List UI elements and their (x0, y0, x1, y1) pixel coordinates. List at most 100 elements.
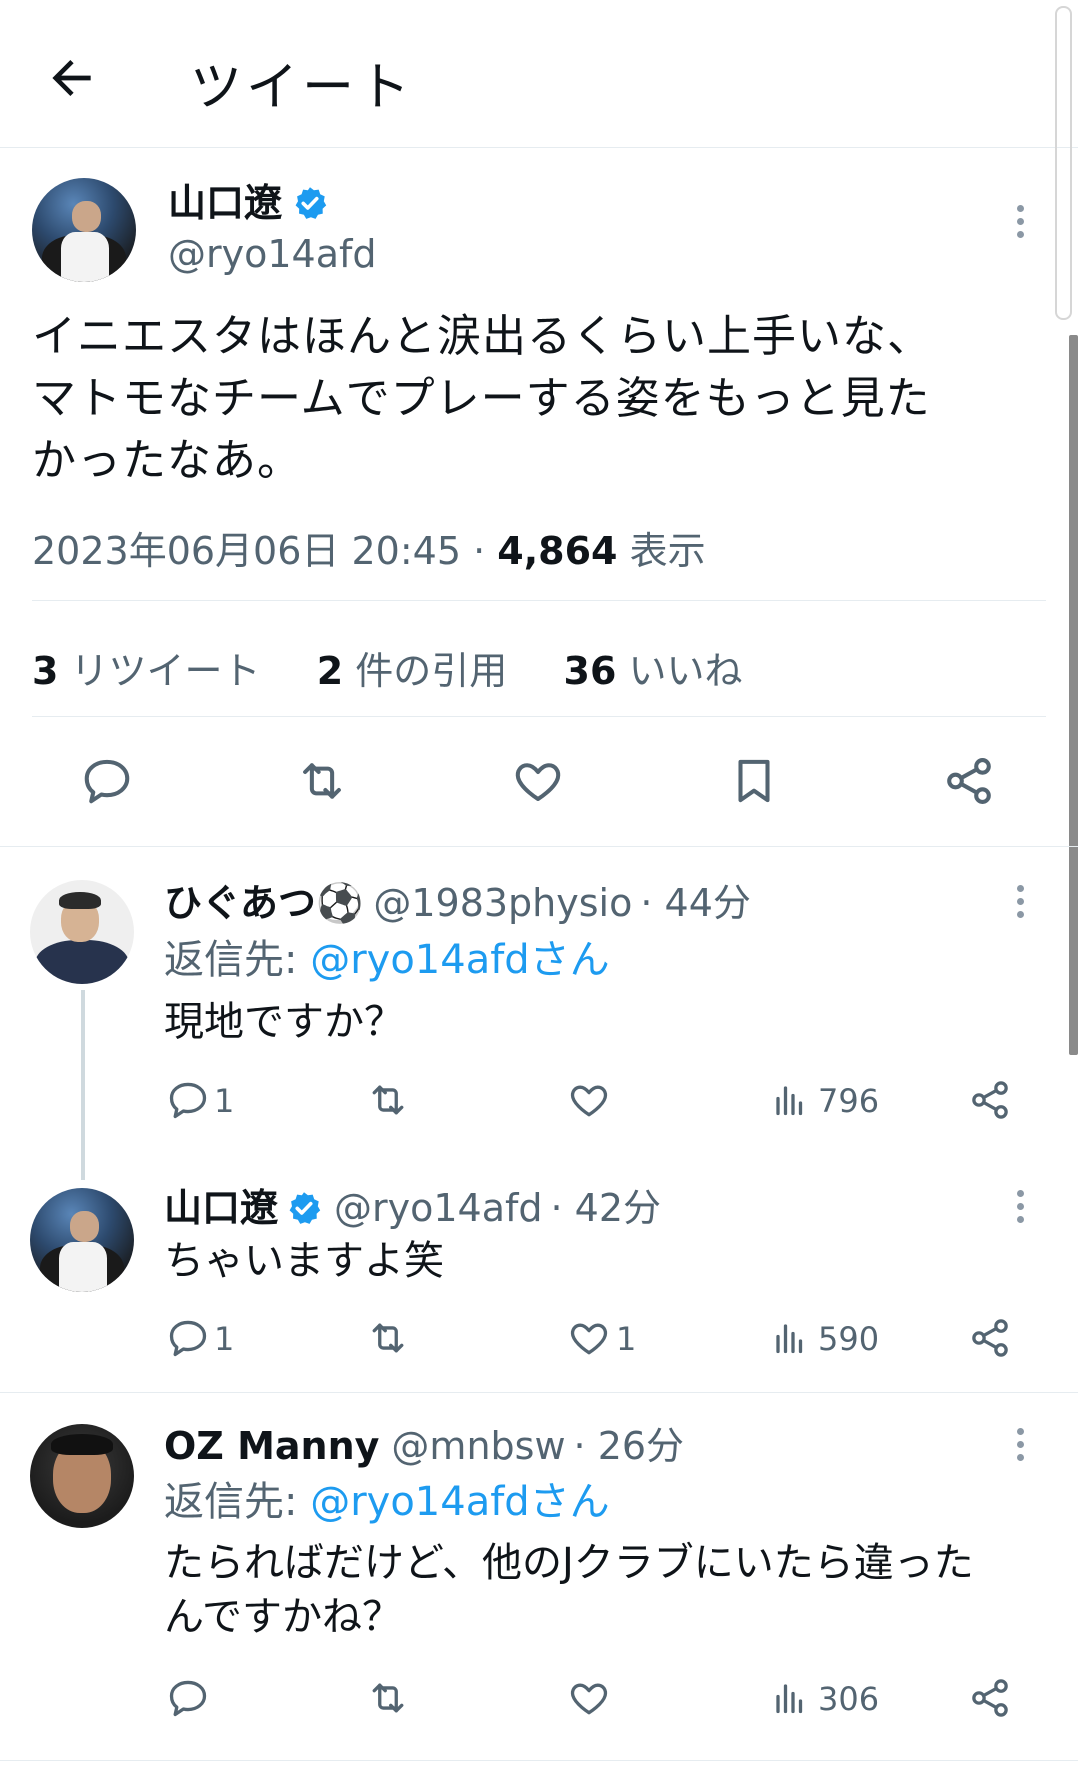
like-icon (570, 1683, 608, 1715)
divider (32, 600, 1046, 601)
views-icon (776, 1684, 803, 1714)
reply-author-name[interactable]: ひぐあつ (164, 880, 316, 926)
share-button[interactable] (968, 1316, 1012, 1360)
views-button[interactable] (772, 1080, 808, 1120)
reply-to: 返信先: @ryo14afdさん (164, 935, 610, 985)
back-button[interactable] (44, 50, 100, 106)
divider (32, 716, 1046, 717)
share-button[interactable] (942, 754, 996, 808)
share-button[interactable] (968, 1676, 1012, 1720)
reply-to-prefix: 返信先: (164, 1479, 298, 1525)
reply-button[interactable] (166, 1316, 210, 1360)
thread-line (81, 990, 85, 1180)
like-button[interactable] (566, 1078, 612, 1122)
reply-text: 現地ですか？ (164, 999, 404, 1045)
top-bar: ツイート (0, 0, 1078, 148)
quote-count: 2 (316, 649, 344, 693)
retweet-button[interactable] (364, 1078, 412, 1122)
divider (0, 846, 1078, 847)
retweet-button[interactable] (364, 1316, 412, 1360)
reply-button[interactable] (166, 1078, 210, 1122)
verified-badge-icon (289, 1192, 321, 1224)
like-button[interactable] (566, 1676, 612, 1720)
retweet-stat[interactable]: 3 リツイート (32, 649, 261, 693)
share-icon (972, 1679, 1008, 1717)
author-name[interactable]: 山口遼 (168, 180, 328, 226)
view-count: 590 (818, 1320, 880, 1358)
author-handle[interactable]: @ryo14afd (168, 232, 377, 276)
reply-author-name[interactable]: OZ Manny (164, 1423, 379, 1469)
page-title: ツイート (190, 58, 415, 118)
reply-time[interactable]: · 42分 (551, 1185, 662, 1231)
share-button[interactable] (968, 1078, 1012, 1122)
retweet-icon (372, 1683, 404, 1713)
reply-to-prefix: 返信先: (164, 937, 298, 983)
tweet-date[interactable]: 2023年06月06日 20:45 (32, 529, 461, 573)
like-icon (570, 1323, 608, 1355)
view-count: 306 (818, 1680, 880, 1718)
views-button[interactable] (772, 1678, 808, 1718)
views-button[interactable] (772, 1318, 808, 1358)
tweet-text-line: マトモなチームでプレーする姿をもっと見た (32, 373, 931, 424)
view-label: 表示 (629, 529, 706, 573)
reply-text-line: んですかね？ (164, 1594, 402, 1640)
reply-author-name[interactable]: 山口遼 (164, 1185, 278, 1231)
reply-icon (169, 1320, 207, 1357)
reply-button[interactable] (80, 754, 134, 808)
verified-badge-icon (295, 187, 327, 219)
more-icon[interactable] (1016, 205, 1026, 244)
reply-to: 返信先: @ryo14afdさん (164, 1477, 610, 1527)
meta-separator: · (473, 529, 486, 573)
tweet-text-line: イニエスタはほんと涙出るくらい上手いな、 (32, 311, 932, 362)
divider (0, 1760, 1078, 1761)
like-count: 1 (616, 1320, 637, 1358)
reply-to-link[interactable]: @ryo14afdさん (310, 937, 609, 983)
tweet-meta: 2023年06月06日 20:45 · 4,864 表示 (32, 520, 706, 575)
divider (0, 1392, 1078, 1393)
like-icon (515, 763, 561, 802)
reply-icon (169, 1680, 207, 1717)
retweet-count: 3 (32, 649, 59, 693)
tweet-text: イニエスタはほんと涙出るくらい上手いな、 マトモなチームでプレーする姿をもっと見… (32, 306, 1042, 492)
more-icon[interactable] (1016, 1190, 1026, 1229)
share-icon (972, 1081, 1008, 1119)
reply-author-handle[interactable]: @ryo14afd (334, 1185, 543, 1231)
like-stat[interactable]: 36 いいね (564, 649, 743, 693)
retweet-label: リツイート (70, 649, 261, 693)
reply-icon (169, 1082, 207, 1119)
reply-header: 山口遼 @ryo14afd · 42分 (164, 1185, 661, 1231)
reply-text: たらればだけど、他のJクラブにいたら違った んですかね？ (164, 1538, 974, 1642)
retweet-button[interactable] (293, 754, 351, 808)
scrollbar-thumb[interactable] (1069, 335, 1078, 1055)
scrollbar-track[interactable] (1055, 6, 1072, 320)
like-button[interactable] (566, 1316, 612, 1360)
retweet-icon (372, 1085, 404, 1115)
quote-stat[interactable]: 2 件の引用 (317, 649, 508, 693)
avatar[interactable] (32, 178, 136, 282)
tweet-text-line: かったなあ。 (32, 435, 302, 486)
like-count: 36 (563, 649, 617, 693)
more-icon[interactable] (1016, 885, 1026, 924)
avatar[interactable] (30, 1188, 134, 1292)
retweet-button[interactable] (364, 1676, 412, 1720)
reply-count: 1 (214, 1320, 235, 1358)
bookmark-button[interactable] (727, 754, 781, 808)
views-icon (776, 1086, 803, 1116)
more-icon[interactable] (1016, 1428, 1026, 1467)
retweet-icon (303, 763, 341, 799)
reply-author-handle[interactable]: @mnbsw (391, 1423, 565, 1469)
view-count: 796 (818, 1082, 880, 1120)
bookmark-icon (738, 759, 770, 803)
avatar[interactable] (30, 1424, 134, 1528)
like-button[interactable] (510, 754, 566, 808)
reply-author-handle[interactable]: @1983physio (373, 880, 632, 926)
back-arrow-icon (52, 60, 91, 96)
share-icon (972, 1319, 1008, 1357)
reply-time[interactable]: · 26分 (574, 1423, 685, 1469)
quote-label: 件の引用 (355, 649, 508, 693)
view-count: 4,864 (497, 529, 618, 573)
reply-time[interactable]: · 44分 (640, 880, 751, 926)
reply-to-link[interactable]: @ryo14afdさん (310, 1479, 609, 1525)
reply-button[interactable] (166, 1676, 210, 1720)
avatar[interactable] (30, 880, 134, 984)
